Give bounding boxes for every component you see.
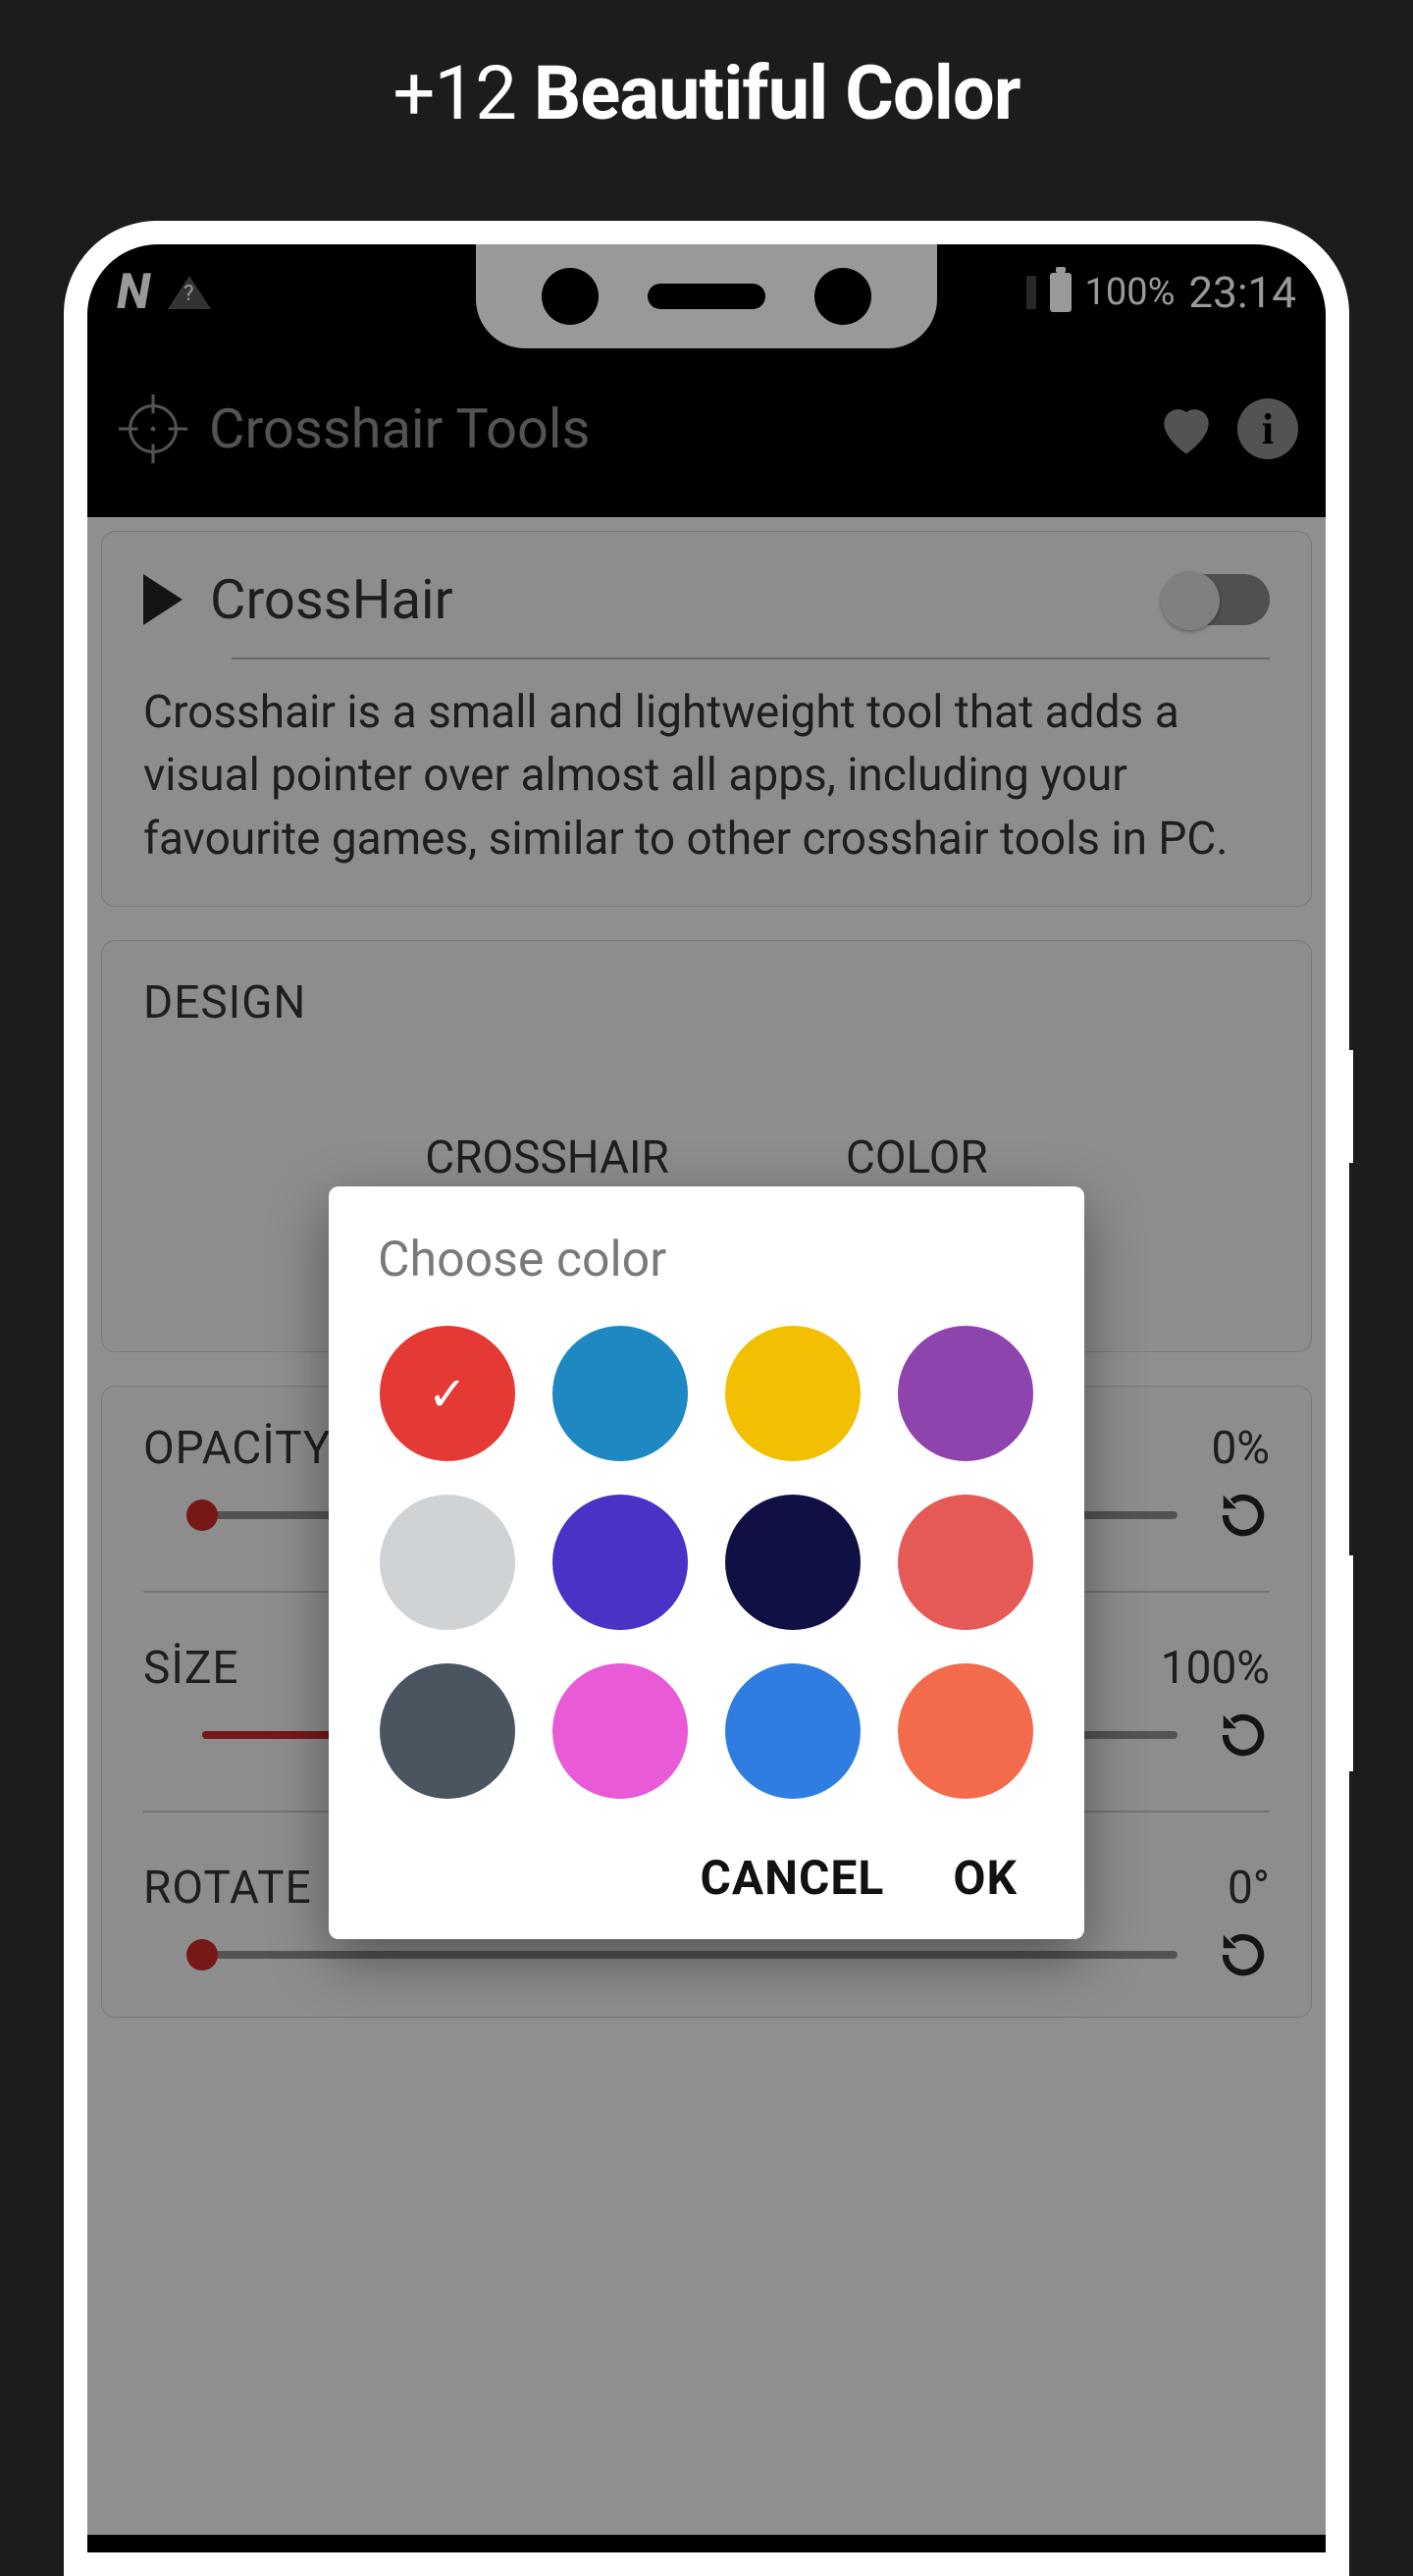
promo-bold: Beautiful Color — [534, 49, 1020, 137]
side-button-1 — [1345, 1050, 1353, 1163]
color-swatch[interactable] — [898, 1326, 1033, 1461]
ok-button[interactable]: OK — [953, 1850, 1018, 1906]
promo-headline: +12 Beautiful Color — [0, 0, 1413, 137]
phone-frame: N 100% 23:14 Crosshair Tools — [64, 221, 1349, 2576]
color-swatch[interactable]: ✓ — [380, 1326, 515, 1461]
color-swatch[interactable] — [552, 1495, 688, 1630]
color-swatch[interactable] — [380, 1495, 515, 1630]
cancel-button[interactable]: CANCEL — [700, 1850, 884, 1906]
color-picker-dialog: Choose color ✓ CANCEL OK — [329, 1186, 1084, 1939]
color-swatch[interactable] — [898, 1495, 1033, 1630]
dialog-title: Choose color — [378, 1232, 1035, 1288]
color-swatch[interactable] — [898, 1663, 1033, 1799]
color-swatch[interactable] — [725, 1495, 861, 1630]
color-swatch[interactable] — [552, 1326, 688, 1461]
color-grid: ✓ — [378, 1326, 1035, 1799]
color-swatch[interactable] — [725, 1326, 861, 1461]
phone-screen: N 100% 23:14 Crosshair Tools — [87, 244, 1326, 2552]
promo-prefix: +12 — [392, 49, 533, 137]
color-swatch[interactable] — [380, 1663, 515, 1799]
side-button-2 — [1345, 1555, 1353, 1771]
color-swatch[interactable] — [552, 1663, 688, 1799]
color-swatch[interactable] — [725, 1663, 861, 1799]
